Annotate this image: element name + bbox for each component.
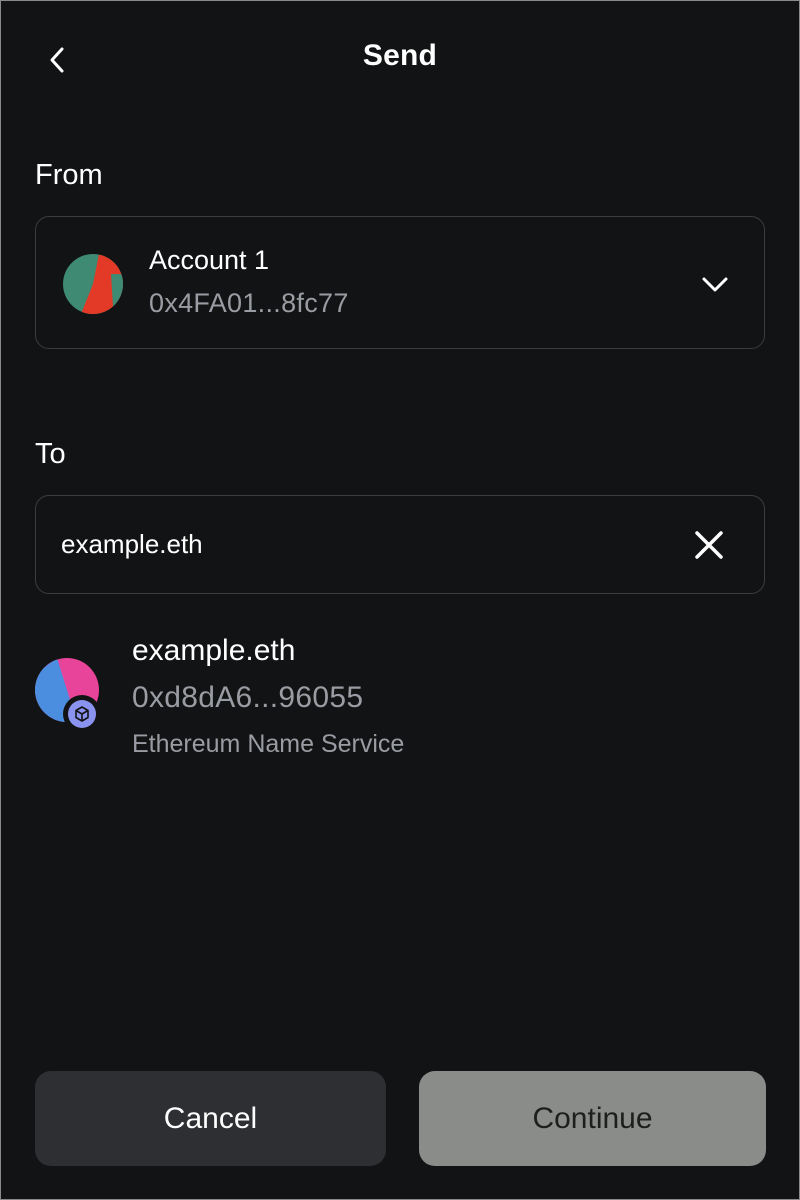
cancel-button[interactable]: Cancel bbox=[35, 1071, 386, 1166]
recipient-suggestion[interactable]: example.eth 0xd8dA6...96055 Ethereum Nam… bbox=[1, 621, 799, 771]
to-label: To bbox=[35, 438, 66, 470]
account-name: Account 1 bbox=[149, 245, 270, 275]
recipient-field bbox=[35, 495, 765, 594]
chevron-down-icon bbox=[702, 277, 728, 292]
ens-badge bbox=[63, 695, 101, 733]
ens-cube-icon bbox=[75, 706, 89, 722]
continue-button[interactable]: Continue bbox=[419, 1071, 766, 1166]
account-avatar bbox=[63, 254, 123, 314]
recipient-name: example.eth bbox=[132, 634, 296, 667]
close-icon[interactable] bbox=[690, 526, 728, 564]
recipient-address: 0xd8dA6...96055 bbox=[132, 681, 364, 714]
from-account-selector[interactable]: Account 1 0x4FA01...8fc77 bbox=[35, 216, 765, 349]
recipient-input[interactable] bbox=[61, 518, 661, 570]
account-address: 0x4FA01...8fc77 bbox=[149, 288, 349, 318]
recipient-service: Ethereum Name Service bbox=[132, 730, 405, 758]
send-screen: Send From Account 1 0x4FA01...8fc77 To e… bbox=[0, 0, 800, 1200]
page-title: Send bbox=[362, 39, 438, 72]
from-label: From bbox=[35, 159, 103, 191]
